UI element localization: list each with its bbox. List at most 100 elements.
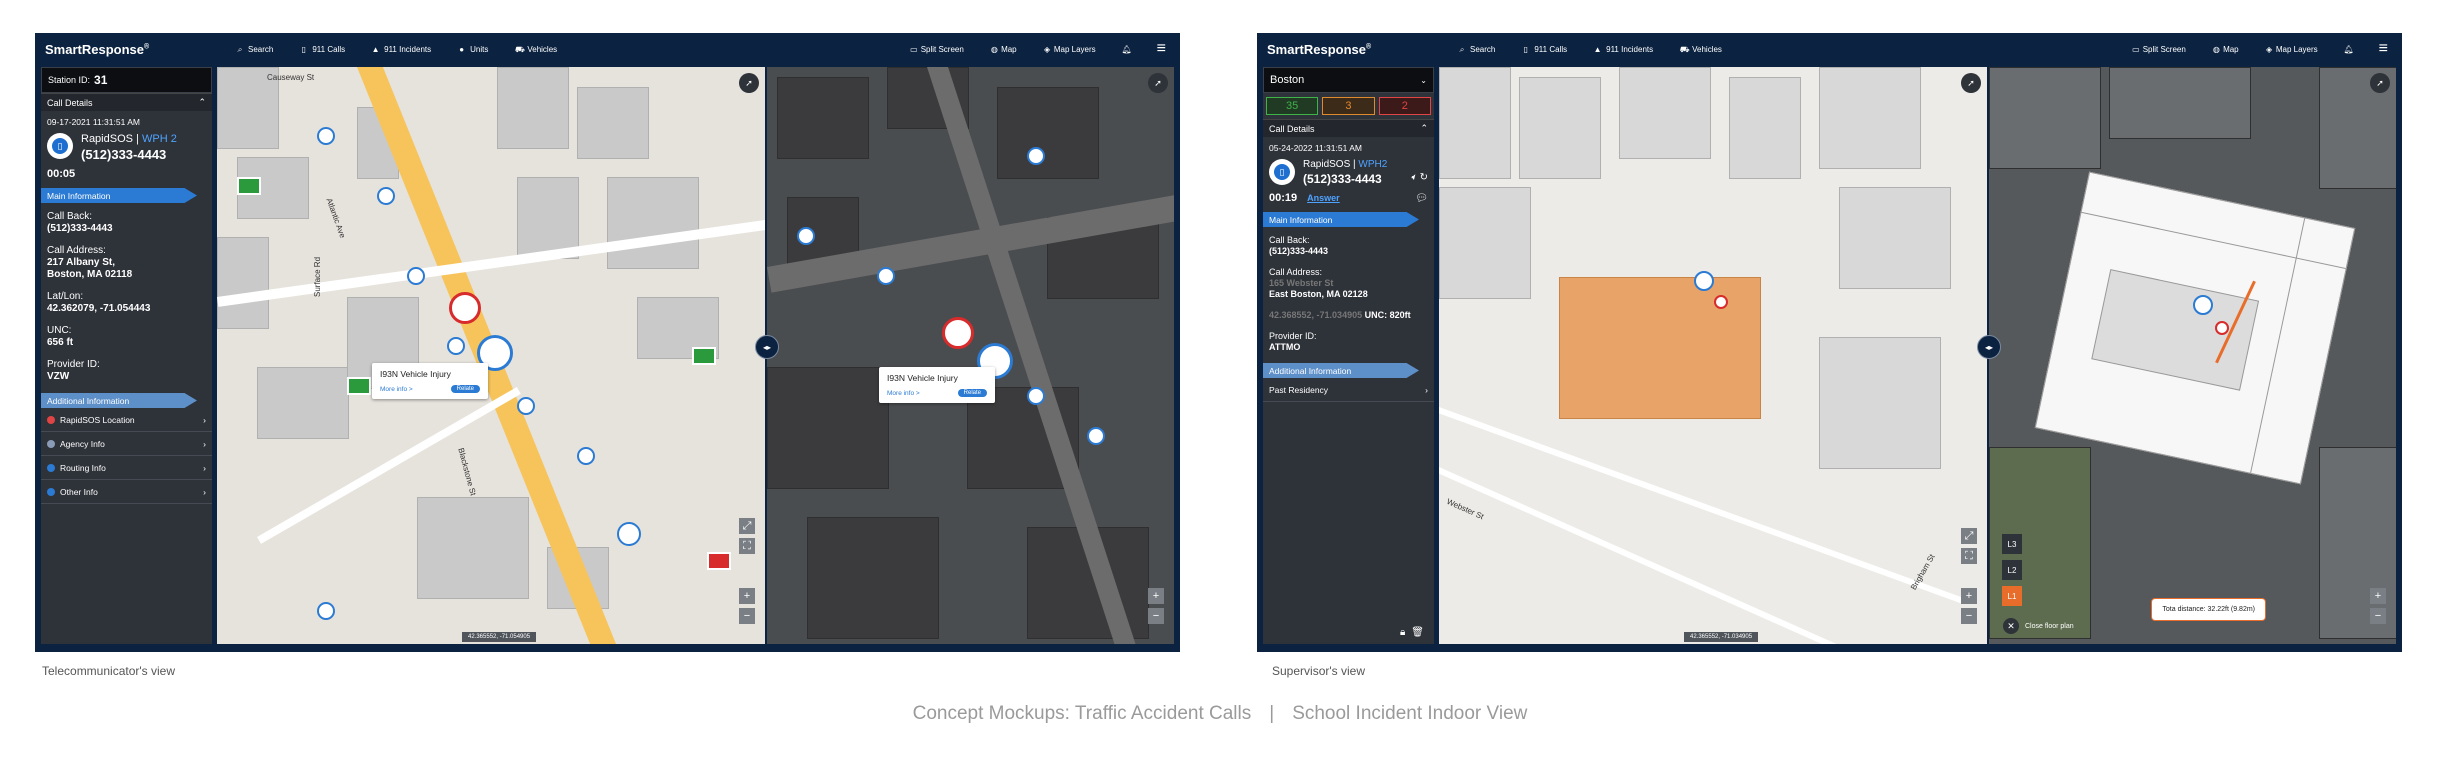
zoom-out-button[interactable]: − — [739, 608, 755, 624]
nav-911-incidents[interactable]: ▲ 911 Incidents — [1593, 45, 1653, 54]
call-marker[interactable] — [877, 267, 895, 285]
call-marker[interactable] — [517, 397, 535, 415]
map-layers-button[interactable]: ◈ Map Layers — [2265, 45, 2318, 54]
call-marker[interactable] — [317, 127, 335, 145]
call-marker[interactable] — [1027, 387, 1045, 405]
main-nav: ⌕ Search ▯ 911 Calls ▲ 911 Incidents ● Units… — [235, 45, 557, 54]
compass-icon[interactable]: ➚ — [739, 73, 759, 93]
street-map-3d[interactable]: Causeway St Atlantic Ave Blackstone St S… — [217, 67, 765, 644]
call-details-header[interactable]: Call Details ⌃ — [1263, 119, 1434, 137]
answer-button[interactable]: Answer — [1307, 193, 1340, 203]
split-handle[interactable]: ◂▸ — [755, 335, 779, 359]
call-details-header[interactable]: Call Details ⌃ — [41, 93, 212, 111]
compass-icon[interactable]: ➚ — [1961, 73, 1981, 93]
close-floor-plan-button[interactable]: ✕ Close floor plan — [2003, 618, 2074, 634]
satellite-map-3d[interactable]: I93N Vehicle Injury More info > Relate ➚ … — [767, 67, 1174, 644]
caller-marker[interactable] — [1694, 271, 1714, 291]
more-info-link[interactable]: More info > — [380, 386, 413, 393]
refresh-icon[interactable]: ↻ — [1420, 172, 1428, 183]
zoom-in-button[interactable]: + — [1961, 588, 1977, 604]
additional-item-rapidsos-location[interactable]: RapidSOS Location › — [41, 408, 212, 432]
indoor-map-3d[interactable]: Brigham St Webster St ➚ ⤢ ⛶ + − 42.36555… — [1439, 67, 1987, 644]
speaker-icon[interactable]: 🔈︎ — [1411, 172, 1417, 183]
nav-911-incidents[interactable]: ▲ 911 Incidents — [371, 45, 431, 54]
split-handle[interactable]: ◂▸ — [1977, 335, 2001, 359]
warning-icon: ▲ — [1593, 44, 1602, 54]
call-marker[interactable] — [577, 447, 595, 465]
call-marker[interactable] — [407, 267, 425, 285]
bell-icon[interactable]: 🔔︎ — [2344, 45, 2354, 54]
expand-icon[interactable]: ⤢ — [1961, 528, 1977, 544]
call-marker[interactable] — [797, 227, 815, 245]
chat-icon[interactable]: 💬︎ — [1415, 193, 1428, 204]
fullscreen-icon[interactable]: ⛶ — [739, 538, 755, 554]
nav-911-calls[interactable]: ▯ 911 Calls — [1521, 45, 1567, 54]
zoom-out-button[interactable]: − — [1148, 608, 1164, 624]
nav-search[interactable]: ⌕ Search — [1457, 45, 1495, 54]
zoom-out-button[interactable]: − — [2370, 608, 2386, 624]
caller-marker[interactable] — [2193, 295, 2213, 315]
call-marker[interactable] — [377, 187, 395, 205]
unit-marker[interactable] — [347, 377, 371, 395]
accident-marker[interactable] — [449, 292, 481, 324]
compass-icon[interactable]: ➚ — [1148, 73, 1168, 93]
floor-l2-button[interactable]: L2 — [2002, 560, 2022, 580]
zoom-out-button[interactable]: − — [1961, 608, 1977, 624]
compass-icon[interactable]: ➚ — [2370, 73, 2390, 93]
count-pending[interactable]: 3 — [1322, 97, 1375, 115]
zoom-in-button[interactable]: + — [2370, 588, 2386, 604]
nav-vehicles[interactable]: ⛟ Vehicles — [1679, 45, 1722, 54]
expand-icon[interactable]: ⤢ — [739, 518, 755, 534]
relate-button[interactable]: Relate — [450, 385, 480, 393]
nav-911-calls[interactable]: ▯ 911 Calls — [299, 45, 345, 54]
floor-l1-button[interactable]: L1 — [2002, 586, 2022, 606]
menu-icon[interactable]: ≡ — [2379, 41, 2388, 57]
floor-plan[interactable] — [2034, 171, 2356, 485]
call-marker[interactable] — [1087, 427, 1105, 445]
search-icon: ⌕ — [1459, 44, 1464, 54]
floor-l3-button[interactable]: L3 — [2002, 534, 2022, 554]
relate-button[interactable]: Relate — [957, 389, 987, 397]
additional-item-routing-info[interactable]: Routing Info › — [41, 456, 212, 480]
zoom-in-button[interactable]: + — [739, 588, 755, 604]
call-marker[interactable] — [1027, 147, 1045, 165]
nav-units[interactable]: ● Units — [457, 45, 488, 54]
trash-icon[interactable]: 🗑︎ — [1411, 627, 1424, 638]
call-marker[interactable] — [447, 337, 465, 355]
count-critical[interactable]: 2 — [1378, 97, 1431, 115]
telecommunicator-window: SmartResponse® ⌕ Search ▯ 911 Calls ▲ 911 I… — [35, 33, 1180, 652]
unit-marker[interactable] — [237, 177, 261, 195]
count-active[interactable]: 35 — [1266, 97, 1319, 115]
additional-item-other-info[interactable]: Other Info › — [41, 480, 212, 504]
fullscreen-icon[interactable]: ⛶ — [1961, 548, 1977, 564]
map-button[interactable]: ◍ Map — [2212, 45, 2239, 54]
map-button[interactable]: ◍ Map — [990, 45, 1017, 54]
past-residency-item[interactable]: Past Residency › — [1263, 378, 1434, 402]
incident-popup: I93N Vehicle Injury More info > Relate — [372, 363, 488, 399]
main-information-tab[interactable]: Main Information — [41, 188, 197, 203]
map-layers-button[interactable]: ◈ Map Layers — [1043, 45, 1096, 54]
brand-logo: SmartResponse® — [1267, 41, 1372, 57]
call-marker[interactable] — [317, 602, 335, 620]
split-screen-button[interactable]: ▭ Split Screen — [2131, 45, 2186, 54]
satellite-floor-plan[interactable]: L3 L2 L1 ✕ Close floor plan Tota distance… — [1989, 67, 2396, 644]
city-select[interactable]: Boston ⌄ — [1263, 67, 1434, 93]
more-info-link[interactable]: More info > — [887, 390, 920, 397]
menu-icon[interactable]: ≡ — [1157, 41, 1166, 57]
unit-marker[interactable] — [692, 347, 716, 365]
lock-icon[interactable]: 🔒︎ — [1400, 627, 1405, 638]
call-marker[interactable] — [617, 522, 641, 546]
additional-information-tab[interactable]: Additional Information — [1263, 363, 1419, 378]
incident-marker[interactable] — [707, 552, 731, 570]
bell-icon[interactable]: 🔔︎ — [1122, 45, 1132, 54]
additional-item-agency-info[interactable]: Agency Info › — [41, 432, 212, 456]
accident-marker[interactable] — [942, 317, 974, 349]
additional-information-tab[interactable]: Additional Information — [41, 393, 197, 408]
zoom-in-button[interactable]: + — [1148, 588, 1164, 604]
main-information-tab[interactable]: Main Information — [1263, 212, 1419, 227]
highlighted-building[interactable] — [1559, 277, 1761, 419]
nav-search[interactable]: ⌕ Search — [235, 45, 273, 54]
chevron-up-icon: ⌃ — [1420, 123, 1428, 133]
split-screen-button[interactable]: ▭ Split Screen — [909, 45, 964, 54]
nav-vehicles[interactable]: ⛟ Vehicles — [514, 45, 557, 54]
